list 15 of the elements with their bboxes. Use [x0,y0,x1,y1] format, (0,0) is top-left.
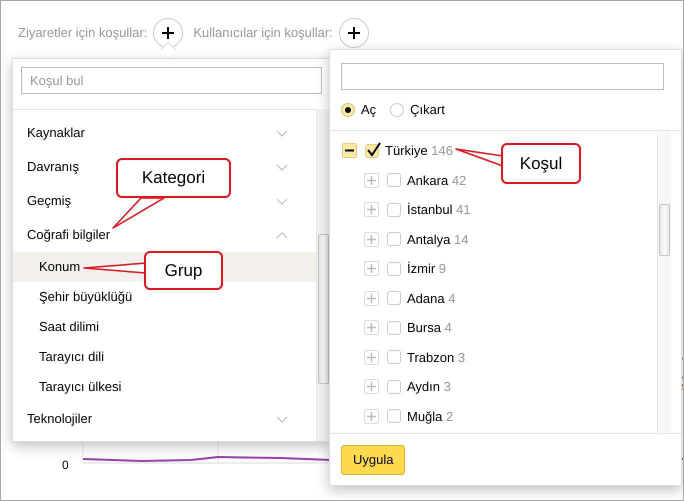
item-count: 4 [448,290,456,306]
item-count: 14 [454,232,468,246]
callout-tooltip: Koşul [501,143,581,184]
condition-label: Ziyaretler için koşullar: [18,24,148,42]
item-count: 4 [444,320,452,335]
item-count: 3 [458,350,466,364]
condition-label: Kullanıcılar için koşullar: [193,24,333,42]
axis-label: 0 [62,457,69,474]
item-count: 3 [444,379,451,394]
item-count: 2 [446,408,454,424]
item-count: 41 [456,202,471,217]
item-count: 146 [431,143,453,158]
callout-tooltip: Grup [144,251,223,290]
item-count: 42 [452,172,466,188]
item-count: 9 [438,261,446,276]
